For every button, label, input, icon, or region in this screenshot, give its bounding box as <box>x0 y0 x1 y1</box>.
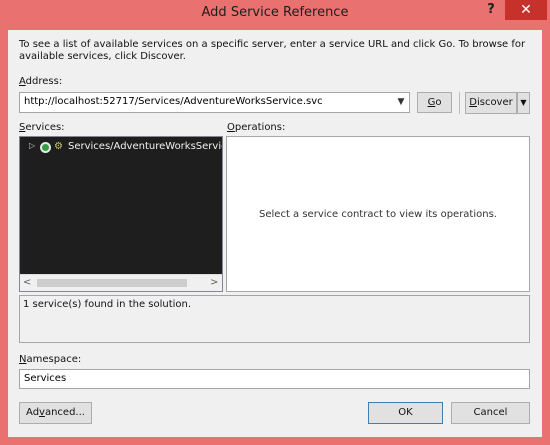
operations-panel[interactable]: Select a service contract to view its op… <box>226 136 530 292</box>
help-button[interactable]: ? <box>479 2 503 22</box>
scroll-left-arrow-icon[interactable]: < <box>23 277 31 288</box>
instructions-text: To see a list of available services on a… <box>19 39 526 62</box>
tree-item-label: Services/AdventureWorksService <box>68 141 223 152</box>
address-input[interactable]: http://localhost:52717/Services/Adventur… <box>19 92 410 113</box>
services-tree[interactable]: ▷ ⚙ Services/AdventureWorksService < > <box>19 136 223 292</box>
service-link-icon: ⚙ <box>54 141 63 152</box>
toolbar-separator <box>459 92 460 114</box>
expand-triangle-icon[interactable]: ▷ <box>29 141 35 150</box>
advanced-button[interactable]: Advanced... <box>19 402 92 424</box>
namespace-label: Namespace: <box>19 354 82 365</box>
tree-item[interactable]: ▷ ⚙ Services/AdventureWorksService <box>20 140 223 156</box>
dialog-window: Add Service Reference ? ✕ To see a list … <box>0 0 550 445</box>
dialog-client-area: To see a list of available services on a… <box>8 30 542 437</box>
close-button[interactable]: ✕ <box>505 0 547 20</box>
go-button[interactable]: Go <box>417 92 452 113</box>
scrollbar-thumb[interactable] <box>37 279 187 287</box>
status-area: 1 service(s) found in the solution. <box>19 295 530 343</box>
title-bar[interactable]: Add Service Reference ? ✕ <box>0 0 550 28</box>
operations-label: Operations: <box>227 122 286 133</box>
address-dropdown-icon[interactable]: ▼ <box>393 93 409 112</box>
services-label: Services: <box>19 122 65 133</box>
scroll-right-arrow-icon[interactable]: > <box>210 277 218 288</box>
operations-empty-message: Select a service contract to view its op… <box>259 209 497 220</box>
namespace-value: Services <box>24 373 67 384</box>
namespace-input[interactable]: Services <box>19 369 530 389</box>
address-label: Address: <box>19 76 63 87</box>
status-text: 1 service(s) found in the solution. <box>23 299 192 310</box>
address-value: http://localhost:52717/Services/Adventur… <box>24 96 323 107</box>
ok-button[interactable]: OK <box>368 402 443 424</box>
horizontal-scrollbar[interactable]: < > <box>20 274 222 291</box>
discover-button[interactable]: Discover <box>465 92 517 114</box>
cancel-button[interactable]: Cancel <box>451 402 530 424</box>
window-title: Add Service Reference <box>201 5 349 20</box>
discover-dropdown-icon[interactable]: ▼ <box>517 92 530 114</box>
service-globe-icon <box>40 142 51 153</box>
